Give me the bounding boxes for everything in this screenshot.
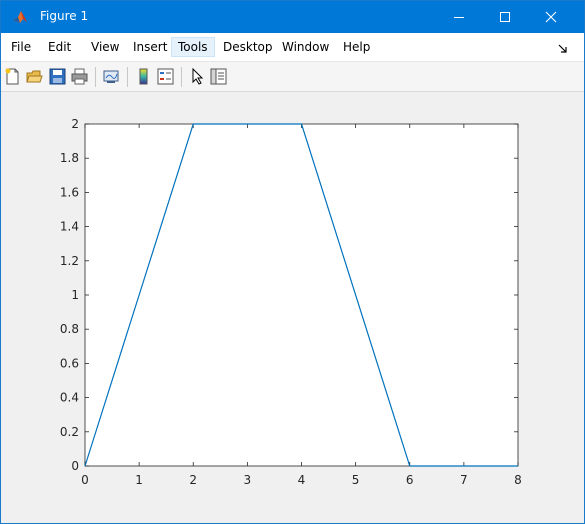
toolbar-separator xyxy=(181,67,182,87)
x-tick-label: 1 xyxy=(135,473,143,487)
maximize-button[interactable] xyxy=(482,1,528,33)
menu-bar: File Edit View Insert Tools Desktop Wind… xyxy=(1,33,584,62)
edit-plot-arrow-icon[interactable] xyxy=(189,67,206,85)
close-icon xyxy=(545,11,557,23)
x-tick-label: 7 xyxy=(460,473,468,487)
close-button[interactable] xyxy=(528,1,574,33)
axes-background xyxy=(84,123,519,467)
dock-arrow-icon[interactable] xyxy=(558,43,568,53)
link-plot-icon[interactable] xyxy=(103,68,120,85)
line-plot[interactable]: 0 0.2 0.4 0.6 0.8 1 1.2 1.4 1.6 1.8 2 0 1 2 3 4 5 6 7 8 xyxy=(12,93,573,514)
menu-window[interactable]: Window xyxy=(276,38,335,56)
new-figure-icon[interactable] xyxy=(4,68,21,85)
print-icon[interactable] xyxy=(71,68,88,85)
menu-view[interactable]: View xyxy=(85,38,125,56)
y-tick-label: 0 xyxy=(71,459,79,473)
menu-file[interactable]: File xyxy=(5,38,37,56)
figure-canvas: 0 0.2 0.4 0.6 0.8 1 1.2 1.4 1.6 1.8 2 0 1 2 3 4 5 6 7 8 xyxy=(12,93,573,514)
y-tick-label: 1.2 xyxy=(60,254,79,268)
minimize-button[interactable] xyxy=(436,1,482,33)
x-tick-label: 0 xyxy=(81,473,89,487)
x-tick-label: 5 xyxy=(352,473,360,487)
legend-icon[interactable] xyxy=(157,68,174,85)
minimize-icon xyxy=(454,17,464,18)
property-inspector-icon[interactable] xyxy=(210,68,227,85)
menu-desktop[interactable]: Desktop xyxy=(217,38,279,56)
maximize-icon xyxy=(500,12,510,22)
y-tick-label: 1.4 xyxy=(60,220,79,234)
x-tick-label: 2 xyxy=(189,473,197,487)
y-tick-label: 0.4 xyxy=(60,391,79,405)
y-tick-label: 0.2 xyxy=(60,425,79,439)
x-tick-label: 6 xyxy=(406,473,414,487)
x-tick-label: 4 xyxy=(298,473,306,487)
menu-tools[interactable]: Tools xyxy=(171,37,215,57)
x-tick-label: 3 xyxy=(244,473,252,487)
menu-insert[interactable]: Insert xyxy=(127,38,173,56)
colorbar-icon[interactable] xyxy=(135,68,152,85)
save-icon[interactable] xyxy=(49,68,66,85)
toolbar-separator xyxy=(127,67,128,87)
y-tick-label: 1.8 xyxy=(60,151,79,165)
y-tick-label: 2 xyxy=(71,117,79,131)
toolbar-separator xyxy=(95,67,96,87)
y-tick-label: 1.6 xyxy=(60,185,79,199)
open-file-icon[interactable] xyxy=(26,68,43,85)
menu-edit[interactable]: Edit xyxy=(42,38,77,56)
matlab-logo-icon xyxy=(12,9,28,25)
title-bar[interactable]: Figure 1 xyxy=(1,1,584,33)
y-tick-label: 0.8 xyxy=(60,322,79,336)
x-tick-label: 8 xyxy=(514,473,522,487)
figure-toolbar xyxy=(1,62,584,92)
y-tick-label: 1 xyxy=(71,288,79,302)
window-title: Figure 1 xyxy=(40,9,89,23)
y-tick-label: 0.6 xyxy=(60,356,79,370)
figure-window: Figure 1 File Edit View Insert Tools Des… xyxy=(0,0,585,524)
menu-help[interactable]: Help xyxy=(337,38,376,56)
